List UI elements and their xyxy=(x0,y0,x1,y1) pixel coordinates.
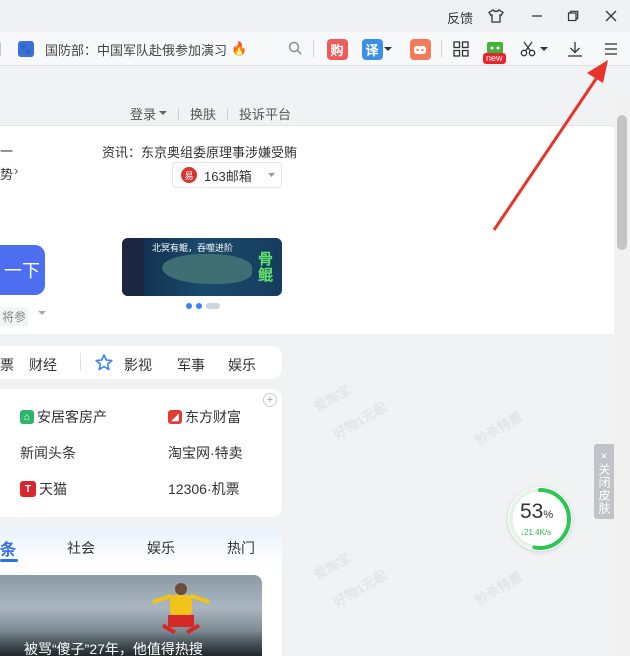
shop-label: 购 xyxy=(326,38,348,60)
search-icon[interactable] xyxy=(288,41,302,58)
game-ad-banner[interactable]: 北冥有鲲，吞噬进阶 骨鲲 xyxy=(122,238,282,296)
divider xyxy=(178,107,180,120)
category-tab-video[interactable]: 影视 xyxy=(124,355,152,375)
hero-text[interactable]: 势 xyxy=(0,164,13,183)
address-bar[interactable]: 🐾 国防部：中国军队赴俄参加演习 🔥 xyxy=(0,35,313,63)
mail-dropdown[interactable]: 易 163邮箱 xyxy=(172,162,282,188)
netease-icon: 易 xyxy=(181,167,197,183)
news-tab-entertainment[interactable]: 娱乐 xyxy=(147,538,175,558)
mail-label: 163邮箱 xyxy=(204,168,252,184)
carousel-dot[interactable] xyxy=(206,303,220,309)
kun-fish-image xyxy=(162,254,252,284)
skin-link[interactable]: 换肤 xyxy=(190,104,216,123)
quick-link[interactable]: 新闻头条 xyxy=(20,443,76,463)
quick-link-label: 安居客房产 xyxy=(37,409,107,425)
apps-grid-icon[interactable] xyxy=(449,37,473,61)
banner-logo: 骨鲲 xyxy=(258,251,274,284)
quick-link[interactable]: 12306·机票 xyxy=(168,479,240,499)
top-nav: 登录 换肤 投诉平台 xyxy=(130,104,291,123)
divider xyxy=(0,42,1,56)
chevron-down-icon xyxy=(38,311,46,315)
speed-rate: ↓21.4K/s xyxy=(520,528,552,537)
news-headline-link[interactable]: 资讯：东京奥组委原理事涉嫌受贿 xyxy=(102,142,297,161)
category-tab-finance[interactable]: 财经 xyxy=(29,355,57,375)
news-headline[interactable]: 被骂“傻子”27年，他值得热搜 xyxy=(24,639,203,656)
annotation-arrow-icon xyxy=(492,60,608,231)
category-tab[interactable]: 票 xyxy=(0,355,14,375)
divider xyxy=(313,40,314,58)
close-skin-button[interactable]: × 关闭皮肤 xyxy=(594,444,614,519)
carousel-dots xyxy=(186,303,220,309)
quick-link[interactable]: 淘宝网·特卖 xyxy=(168,443,243,463)
feedback-button[interactable]: 反馈 xyxy=(447,8,473,27)
carousel-dot[interactable] xyxy=(186,303,192,309)
scrollbar-thumb[interactable] xyxy=(617,115,627,250)
quick-link[interactable]: T 天猫 xyxy=(20,479,67,499)
translate-icon[interactable]: 译 xyxy=(360,37,384,61)
banner-avatar-strip xyxy=(122,238,144,296)
network-speed-widget[interactable]: 53% ↓21.4K/s xyxy=(508,487,572,551)
search-submit-button[interactable]: 一下 xyxy=(0,245,45,295)
eastmoney-icon: ◢ xyxy=(168,410,182,424)
tab-underline xyxy=(0,559,18,562)
category-tab-entertainment[interactable]: 娱乐 xyxy=(228,355,256,375)
percent-value: 53 xyxy=(520,500,544,523)
quick-link-label: 新闻头条 xyxy=(20,445,76,461)
percent-unit: % xyxy=(543,509,554,521)
star-icon xyxy=(95,354,113,374)
news-tab-active[interactable]: 条 xyxy=(0,536,16,560)
category-tab-military[interactable]: 军事 xyxy=(177,355,205,375)
shopping-icon[interactable]: 购 xyxy=(325,37,349,61)
tmall-icon: T xyxy=(20,481,36,497)
rate-value: 21.4K/s xyxy=(524,528,552,537)
tshirt-icon[interactable] xyxy=(486,6,506,26)
quick-link[interactable]: ⌂ 安居客房产 xyxy=(20,407,107,427)
chevron-down-icon xyxy=(267,172,275,177)
minimize-icon[interactable] xyxy=(527,6,547,26)
add-link-icon[interactable]: + xyxy=(263,393,277,407)
quick-link-label: 天猫 xyxy=(39,481,67,497)
restore-icon[interactable] xyxy=(563,6,583,26)
game-icon[interactable] xyxy=(408,37,432,61)
banner-title: 北冥有鲲，吞噬进阶 xyxy=(152,243,234,253)
divider xyxy=(227,107,229,120)
hot-news-ticker[interactable]: 国防部：中国军队赴俄参加演习 xyxy=(45,40,227,59)
baidu-paw-icon: 🐾 xyxy=(18,41,34,57)
chevron-down-icon[interactable] xyxy=(382,37,394,61)
flame-icon: 🔥 xyxy=(231,41,248,56)
close-icon: × xyxy=(600,448,608,463)
news-tab-hot[interactable]: 热门 xyxy=(227,538,255,558)
login-link[interactable]: 登录 xyxy=(130,104,156,123)
chevron-right-icon: › xyxy=(14,163,19,178)
translate-label: 译 xyxy=(361,38,383,60)
quick-link-label: 12306·机票 xyxy=(168,481,240,497)
carousel-dot[interactable] xyxy=(196,303,202,309)
home-icon: ⌂ xyxy=(20,410,34,424)
quick-link-label: 东方财富 xyxy=(185,409,241,425)
complaint-link[interactable]: 投诉平台 xyxy=(239,104,291,123)
divider xyxy=(441,40,442,58)
speed-percent: 53% xyxy=(520,500,553,524)
quick-link-label: 淘宝网·特卖 xyxy=(168,445,243,461)
hero-text: 一 xyxy=(0,144,14,159)
window-titlebar: 反馈 xyxy=(0,0,630,32)
close-icon[interactable] xyxy=(601,6,621,26)
search-button-label: 一下 xyxy=(4,261,40,281)
quick-link[interactable]: ◢ 东方财富 xyxy=(168,407,241,427)
page-scrollbar[interactable] xyxy=(614,97,630,656)
news-tab-society[interactable]: 社会 xyxy=(67,538,95,558)
chevron-down-icon xyxy=(159,111,168,115)
search-hint[interactable]: 将参 xyxy=(0,307,29,326)
close-skin-label: 关闭皮肤 xyxy=(597,462,611,515)
divider xyxy=(80,353,81,371)
